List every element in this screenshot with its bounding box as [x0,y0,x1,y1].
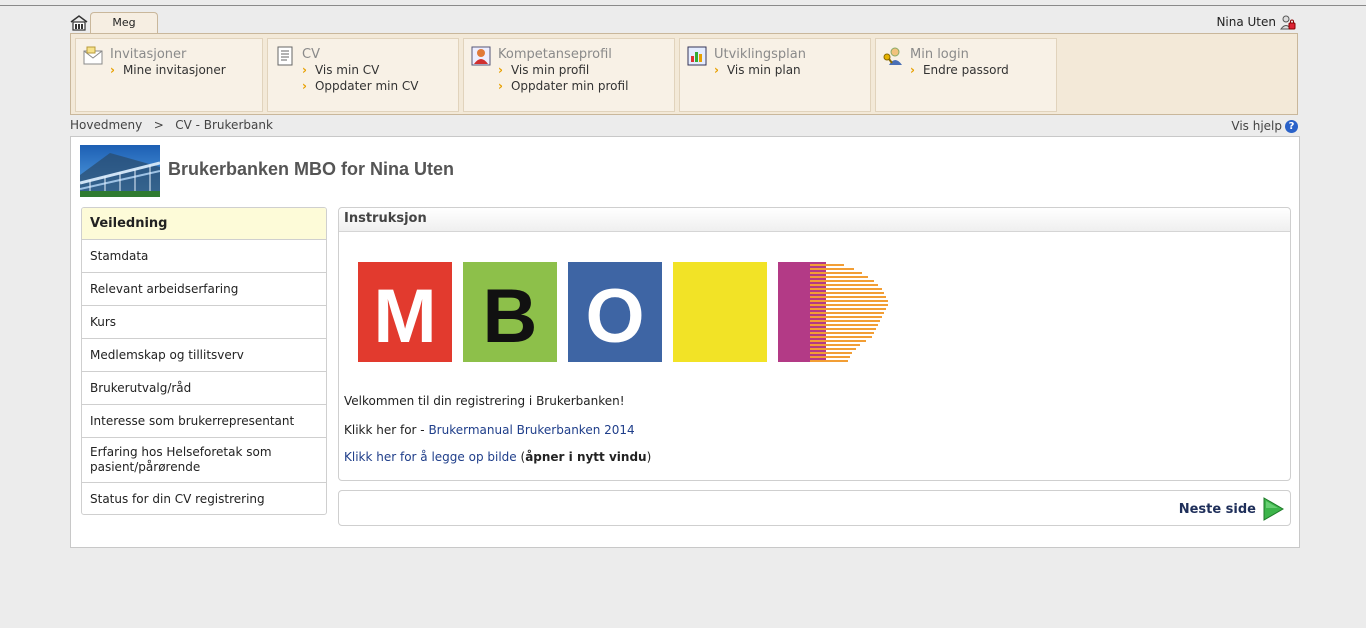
instruction-panel: Instruksjon M B O Velkommen til din regi… [338,207,1291,481]
breadcrumb-separator: > [153,118,164,132]
mbo-logo: M B O [358,262,888,362]
main-panel: Brukerbanken MBO for Nina Uten Veilednin… [70,136,1300,548]
sidebar-item-kurs[interactable]: Kurs [82,305,326,338]
breadcrumb-home[interactable]: Hovedmeny [70,118,142,132]
help-link[interactable]: Vis hjelp ? [1231,119,1298,133]
breadcrumb-current: CV - Brukerbank [175,118,273,132]
menu-title[interactable]: CV [302,47,320,62]
side-menu: Veiledning Stamdata Relevant arbeidserfa… [81,207,327,515]
play-arrow-icon[interactable] [1262,497,1284,521]
menu-link[interactable]: › Oppdater min profil [498,79,628,93]
user-key-icon [883,47,902,65]
menu-cv: CV › Vis min CV › Oppdater min CV [267,38,459,112]
sidebar-item-status[interactable]: Status for din CV registrering [82,482,326,514]
breadcrumb: Hovedmeny > CV - Brukerbank [70,118,273,132]
sidebar-item-medlemskap[interactable]: Medlemskap og tillitsverv [82,338,326,371]
instruction-heading: Instruksjon [339,208,1290,232]
menu-title[interactable]: Kompetanseprofil [498,47,612,62]
menu-title[interactable]: Invitasjoner [110,47,186,62]
manual-link[interactable]: Brukermanual Brukerbanken 2014 [428,423,634,437]
menu-kompetanseprofil: Kompetanseprofil › Vis min profil › Oppdat… [463,38,675,112]
help-question-icon[interactable]: ? [1285,119,1298,133]
tab-meg[interactable]: Meg [90,12,158,35]
next-page-button[interactable]: Neste side [1179,497,1284,521]
menu-link[interactable]: › Vis min profil [498,63,589,77]
menu-link[interactable]: › Endre passord [910,63,1009,77]
sidebar-item-interesse[interactable]: Interesse som brukerrepresentant [82,404,326,437]
menu-link[interactable]: › Vis min CV [302,63,379,77]
menu-title[interactable]: Min login [910,47,969,62]
main-menu-band: Invitasjoner › Mine invitasjoner CV › Vis … [70,33,1298,115]
menu-utviklingsplan: Utviklingsplan › Vis min plan [679,38,871,112]
logo-letter-b: B [483,274,538,359]
home-icon[interactable] [70,14,88,32]
logo-letter-o: O [585,274,644,359]
user-name: Nina Uten [1216,15,1276,29]
chart-board-icon [687,46,707,66]
menu-min-login: Min login › Endre passord [875,38,1057,112]
sidebar-item-veiledning[interactable]: Veiledning [82,208,326,239]
help-label[interactable]: Vis hjelp [1231,119,1282,133]
document-icon [277,46,293,66]
person-card-icon [471,46,491,66]
next-page-label[interactable]: Neste side [1179,502,1256,517]
new-window-note: åpner i nytt vindu [525,450,647,464]
envelope-icon [83,46,103,65]
menu-title[interactable]: Utviklingsplan [714,47,806,62]
sidebar-item-arbeidserfaring[interactable]: Relevant arbeidserfaring [82,272,326,305]
welcome-text: Velkommen til din registrering i Brukerb… [344,394,625,408]
next-panel: Neste side [338,490,1291,526]
manual-line: Klikk her for - Brukermanual Brukerbanke… [344,423,635,437]
menu-invitasjoner: Invitasjoner › Mine invitasjoner [75,38,263,112]
page-title: Brukerbanken MBO for Nina Uten [168,159,455,179]
banner-bridge-image [80,145,160,197]
menu-link[interactable]: › Mine invitasjoner [110,63,226,77]
sidebar-item-erfaring[interactable]: Erfaring hos Helseforetak som pasient/på… [82,437,326,482]
top-divider [0,5,1366,6]
menu-link[interactable]: › Vis min plan [714,63,801,77]
upload-photo-link[interactable]: Klikk her for å legge op bilde [344,450,517,464]
logout-lock-icon[interactable] [1280,14,1296,30]
user-area: Nina Uten [1216,14,1296,30]
photo-line: Klikk her for å legge op bilde (åpner i … [344,450,652,464]
sidebar-item-stamdata[interactable]: Stamdata [82,239,326,272]
logo-letter-m: M [373,274,436,359]
menu-link[interactable]: › Oppdater min CV [302,79,418,93]
sidebar-item-brukerutvalg[interactable]: Brukerutvalg/råd [82,371,326,404]
